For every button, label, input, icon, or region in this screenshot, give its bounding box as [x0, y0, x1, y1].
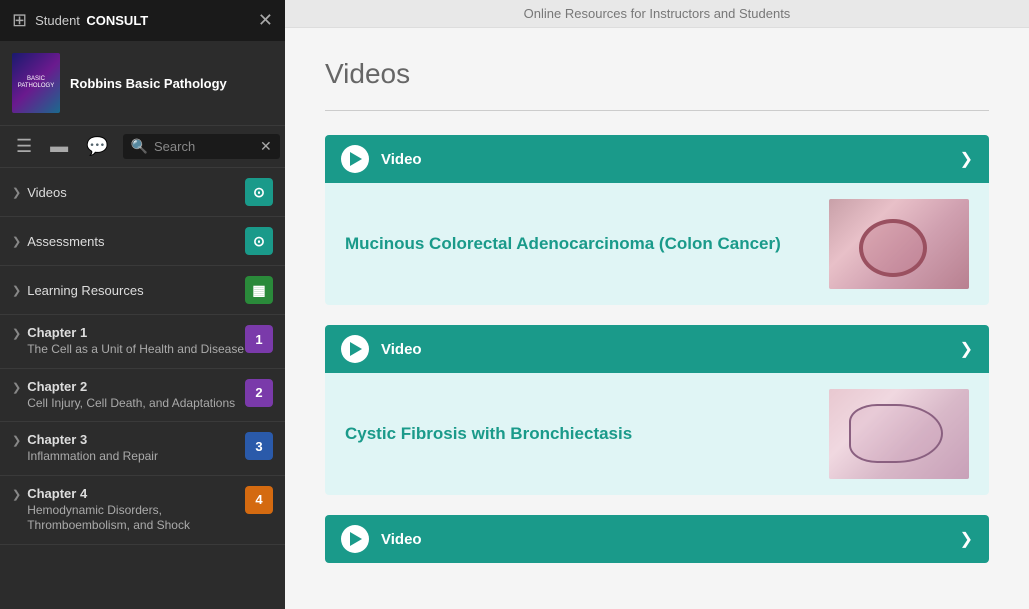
chevron-icon: ❯ [12, 327, 21, 340]
chapter-3-subtitle: Inflammation and Repair [27, 449, 245, 465]
book-icon[interactable]: ▬ [46, 134, 72, 159]
list-icon[interactable]: ☰ [12, 134, 36, 159]
play-triangle-3 [350, 532, 362, 546]
grid-icon: ⊞ [12, 10, 27, 31]
chevron-icon: ❯ [12, 235, 21, 248]
sidebar-item-videos[interactable]: ❯ Videos ⊙ [0, 168, 285, 217]
chapter-1-title: Chapter 1 [27, 325, 245, 340]
sidebar-item-learning-resources[interactable]: ❯ Learning Resources ▦ [0, 266, 285, 315]
chapter-3-badge: 3 [245, 432, 273, 460]
sidebar-item-chapter-4[interactable]: ❯ Chapter 4 Hemodynamic Disorders, Throm… [0, 476, 285, 545]
search-input[interactable] [154, 139, 254, 154]
video-header-chevron-2: ❯ [960, 339, 973, 359]
chapter-4-badge: 4 [245, 486, 273, 514]
sidebar-item-chapter-1[interactable]: ❯ Chapter 1 The Cell as a Unit of Health… [0, 315, 285, 369]
close-icon[interactable]: ✕ [258, 10, 273, 31]
sidebar-header: ⊞ Student CONSULT ✕ [0, 0, 285, 41]
assessments-badge: ⊙ [245, 227, 273, 255]
search-clear-icon[interactable]: ✕ [260, 138, 272, 155]
video-header-chevron-1: ❯ [960, 149, 973, 169]
chapter-1-subtitle: The Cell as a Unit of Health and Disease [27, 342, 245, 358]
play-icon-1 [341, 145, 369, 173]
chapter-3-text: Chapter 3 Inflammation and Repair [27, 432, 245, 465]
content-area: Videos Video ❯ Mucinous Colorectal Adeno… [285, 28, 1029, 609]
learning-resources-badge: ▦ [245, 276, 273, 304]
video-title-1[interactable]: Mucinous Colorectal Adenocarcinoma (Colo… [345, 234, 809, 254]
video-header-chevron-3: ❯ [960, 529, 973, 549]
brand-student: Student [35, 13, 80, 28]
sidebar-nav: ❯ Videos ⊙ ❯ Assessments ⊙ ❯ Learning Re… [0, 168, 285, 609]
video-body-1: Mucinous Colorectal Adenocarcinoma (Colo… [325, 183, 989, 305]
chevron-icon: ❯ [12, 284, 21, 297]
video-header-label-1: Video [381, 151, 960, 168]
play-triangle-1 [350, 152, 362, 166]
chevron-icon: ❯ [12, 488, 21, 501]
divider [325, 110, 989, 111]
book-title: Robbins Basic Pathology [70, 76, 227, 91]
video-header-2[interactable]: Video ❯ [325, 325, 989, 373]
chapter-4-title: Chapter 4 [27, 486, 245, 501]
video-thumb-2 [829, 389, 969, 479]
nav-label-assessments: Assessments [27, 234, 245, 249]
video-card-1: Video ❯ Mucinous Colorectal Adenocarcino… [325, 135, 989, 305]
play-icon-2 [341, 335, 369, 363]
sidebar-item-chapter-2[interactable]: ❯ Chapter 2 Cell Injury, Cell Death, and… [0, 369, 285, 423]
thumb-lung-image [829, 389, 969, 479]
video-header-3[interactable]: Video ❯ [325, 515, 989, 563]
sidebar-item-chapter-3[interactable]: ❯ Chapter 3 Inflammation and Repair 3 [0, 422, 285, 476]
video-header-label-3: Video [381, 531, 960, 548]
video-header-label-2: Video [381, 341, 960, 358]
chevron-icon: ❯ [12, 434, 21, 447]
comment-icon[interactable]: 💬 [82, 134, 112, 159]
video-body-2: Cystic Fibrosis with Bronchiectasis [325, 373, 989, 495]
chapter-2-badge: 2 [245, 379, 273, 407]
thumb-colon-image [829, 199, 969, 289]
nav-label-videos: Videos [27, 185, 245, 200]
chevron-icon: ❯ [12, 381, 21, 394]
play-triangle-2 [350, 342, 362, 356]
chapter-4-subtitle: Hemodynamic Disorders, Thromboembolism, … [27, 503, 245, 534]
brand-consult: CONSULT [86, 13, 148, 28]
videos-badge: ⊙ [245, 178, 273, 206]
sidebar-item-assessments[interactable]: ❯ Assessments ⊙ [0, 217, 285, 266]
book-cover: BASICPATHOLOGY [12, 53, 60, 113]
search-icon: 🔍 [131, 138, 148, 155]
chapter-1-badge: 1 [245, 325, 273, 353]
chapter-2-title: Chapter 2 [27, 379, 245, 394]
chapter-3-title: Chapter 3 [27, 432, 245, 447]
chapter-2-subtitle: Cell Injury, Cell Death, and Adaptations [27, 396, 245, 412]
search-box: 🔍 ✕ [123, 134, 280, 159]
top-bar-text: Online Resources for Instructors and Stu… [524, 6, 791, 21]
video-card-3: Video ❯ [325, 515, 989, 563]
video-card-2: Video ❯ Cystic Fibrosis with Bronchiecta… [325, 325, 989, 495]
sidebar-header-left: ⊞ Student CONSULT [12, 10, 148, 31]
main-content: Online Resources for Instructors and Stu… [285, 0, 1029, 609]
brand-label: Student CONSULT [35, 12, 148, 30]
play-icon-3 [341, 525, 369, 553]
top-bar: Online Resources for Instructors and Stu… [285, 0, 1029, 28]
sidebar: ⊞ Student CONSULT ✕ BASICPATHOLOGY Robbi… [0, 0, 285, 609]
sidebar-toolbar: ☰ ▬ 💬 🔍 ✕ [0, 126, 285, 168]
video-title-2[interactable]: Cystic Fibrosis with Bronchiectasis [345, 424, 809, 444]
chapter-2-text: Chapter 2 Cell Injury, Cell Death, and A… [27, 379, 245, 412]
page-title: Videos [325, 58, 989, 90]
video-thumb-1 [829, 199, 969, 289]
nav-label-learning-resources: Learning Resources [27, 283, 245, 298]
chapter-1-text: Chapter 1 The Cell as a Unit of Health a… [27, 325, 245, 358]
chapter-4-text: Chapter 4 Hemodynamic Disorders, Thrombo… [27, 486, 245, 534]
video-header-1[interactable]: Video ❯ [325, 135, 989, 183]
book-info: BASICPATHOLOGY Robbins Basic Pathology [0, 41, 285, 126]
chevron-icon: ❯ [12, 186, 21, 199]
